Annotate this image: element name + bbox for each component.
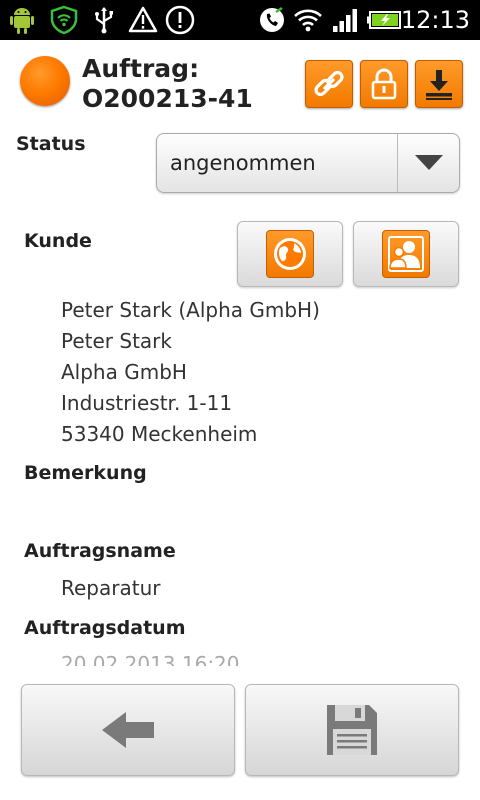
battery-icon (367, 11, 401, 29)
save-button[interactable] (245, 684, 459, 776)
status-select-value: angenommen (170, 151, 316, 175)
alert-icon (165, 5, 195, 35)
title-line-2: O200213-41 (82, 84, 253, 113)
customer-label: Kunde (24, 230, 92, 252)
signal-icon (333, 9, 357, 32)
order-name-label: Auftragsname (24, 540, 176, 562)
phone-icon (260, 6, 284, 32)
wifi-icon (294, 9, 322, 32)
order-date-label: Auftragsdatum (24, 617, 186, 639)
customer-line-1: Peter Stark (Alpha GmbH) (61, 298, 320, 322)
status-bar: 12:13 (0, 0, 480, 40)
status-label: Status (16, 133, 86, 155)
page-title: Auftrag: O200213-41 (82, 54, 253, 114)
lock-icon (371, 68, 397, 100)
contacts-icon (388, 236, 424, 272)
customer-line-5: 53340 Meckenheim (61, 422, 258, 446)
save-disk-icon (327, 705, 377, 755)
android-robot-icon (10, 8, 34, 34)
download-button[interactable] (415, 60, 463, 108)
warning-icon (128, 6, 158, 33)
customer-map-button[interactable] (237, 221, 343, 287)
customer-line-3: Alpha GmbH (61, 360, 187, 384)
customer-line-2: Peter Stark (61, 329, 172, 353)
customer-contacts-button[interactable] (353, 221, 459, 287)
order-date-value: 20.02.2013 16:20 (61, 652, 240, 666)
remark-label: Bemerkung (24, 462, 147, 484)
link-icon (314, 70, 344, 97)
globe-icon (274, 238, 306, 270)
download-icon (426, 70, 452, 100)
chevron-down-icon (397, 134, 459, 192)
status-select[interactable]: angenommen (156, 133, 460, 193)
usb-icon (95, 7, 113, 34)
lock-button[interactable] (360, 60, 408, 108)
shield-wifi-icon (50, 5, 78, 35)
title-line-1: Auftrag: (82, 54, 200, 83)
order-status-indicator (20, 56, 70, 106)
order-name-value: Reparatur (61, 576, 161, 600)
clock-time: 12:13 (400, 6, 470, 34)
link-button[interactable] (305, 60, 353, 108)
back-arrow-icon (102, 712, 154, 748)
back-button[interactable] (21, 684, 235, 776)
customer-line-4: Industriestr. 1-11 (61, 391, 233, 415)
